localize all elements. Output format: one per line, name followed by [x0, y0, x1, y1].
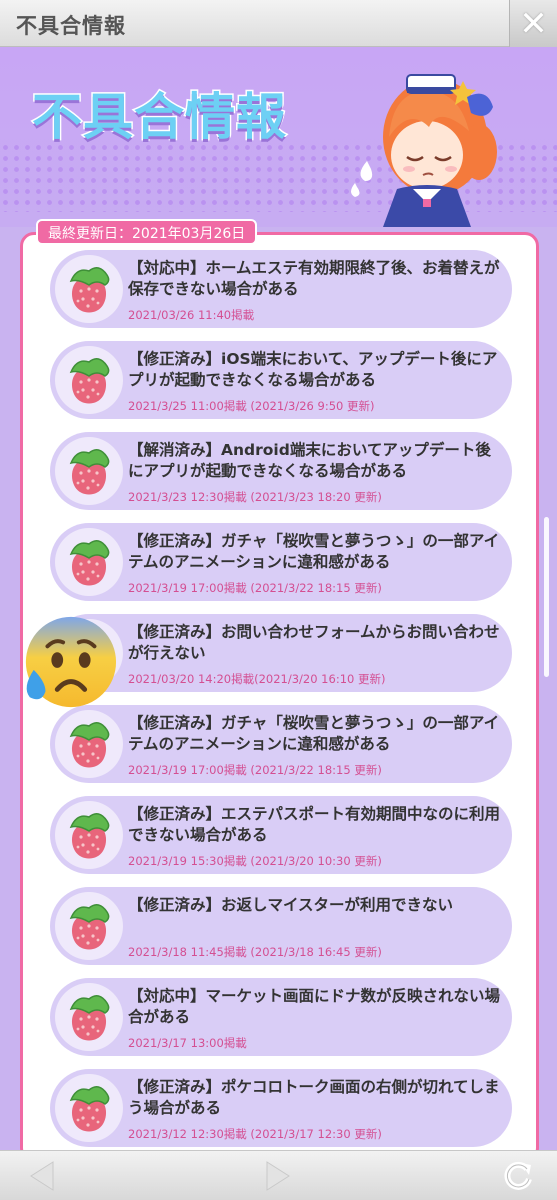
close-button[interactable]: ✕ [509, 0, 557, 47]
item-title: 【対応中】ホームエステ有効期限終了後、お着替えが保存できない場合がある [128, 259, 500, 298]
bug-list-item[interactable]: 【解消済み】Android端末においてアップデート後にアプリが起動できなくなる場… [50, 432, 512, 510]
close-icon: ✕ [519, 3, 548, 44]
item-icon-badge [55, 983, 123, 1051]
last-updated-badge: 最終更新日：2021年03月26日 [36, 219, 258, 245]
item-title: 【修正済み】ガチャ「桜吹雪と夢うつゝ」の一部アイテムのアニメーションに違和感があ… [128, 714, 500, 753]
item-title: 【修正済み】お問い合わせフォームからお問い合わせが行えない [128, 623, 500, 662]
back-button[interactable] [22, 1159, 62, 1193]
item-title: 【修正済み】ガチャ「桜吹雪と夢うつゝ」の一部アイテムのアニメーションに違和感があ… [128, 532, 500, 571]
item-icon-badge [55, 255, 123, 323]
forward-button[interactable] [258, 1159, 298, 1193]
strawberry-icon [69, 995, 110, 1041]
item-icon-badge [55, 892, 123, 960]
item-date: 2021/3/12 12:30掲載 (2021/3/17 12:30 更新) [128, 1127, 382, 1141]
item-icon-badge [55, 710, 123, 778]
item-date: 2021/3/18 11:45掲載 (2021/3/18 16:45 更新) [128, 945, 382, 959]
item-date: 2021/3/17 13:00掲載 [128, 1036, 247, 1050]
item-title: 【修正済み】iOS端末において、アップデート後にアプリが起動できなくなる場合があ… [128, 350, 498, 389]
bug-list-item[interactable]: 【修正済み】ポケコロトーク画面の右側が切れてしまう場合がある 2021/3/12… [50, 1069, 512, 1147]
item-icon-badge [55, 528, 123, 596]
reload-icon [504, 1161, 532, 1190]
strawberry-icon [69, 904, 110, 950]
item-title: 【解消済み】Android端末においてアップデート後にアプリが起動できなくなる場… [128, 441, 491, 480]
bug-list-item[interactable]: 【修正済み】ガチャ「桜吹雪と夢うつゝ」の一部アイテムのアニメーションに違和感があ… [50, 523, 512, 601]
item-date: 2021/3/19 15:30掲載 (2021/3/20 10:30 更新) [128, 854, 382, 868]
bug-list-item[interactable]: 【修正済み】お返しマイスターが利用できない 2021/3/18 11:45掲載 … [50, 887, 512, 965]
item-icon-badge [55, 346, 123, 414]
header-banner: 不具合情報 [0, 47, 557, 227]
item-title: 【修正済み】ポケコロトーク画面の右側が切れてしまう場合がある [128, 1078, 500, 1117]
item-icon-badge [55, 1074, 123, 1142]
strawberry-icon [69, 358, 110, 404]
bug-list: 【対応中】ホームエステ有効期限終了後、お着替えが保存できない場合がある 2021… [50, 250, 512, 1159]
item-icon-badge [55, 437, 123, 505]
bug-list-item[interactable]: 【修正済み】エステパスポート有効期間中なのに利用できない場合がある 2021/3… [50, 796, 512, 874]
anxious-face-emoji-icon [25, 616, 117, 708]
item-date: 2021/3/19 17:00掲載 (2021/3/22 18:15 更新) [128, 763, 382, 777]
strawberry-icon [69, 722, 110, 768]
window-titlebar: 不具合情報 ✕ [0, 0, 557, 47]
strawberry-icon [69, 267, 110, 313]
item-title: 【修正済み】エステパスポート有効期間中なのに利用できない場合がある [128, 805, 501, 844]
back-arrow-icon [30, 1161, 54, 1191]
bug-list-item[interactable]: 【対応中】マーケット画面にドナ数が反映されない場合がある 2021/3/17 1… [50, 978, 512, 1056]
reload-button[interactable] [498, 1159, 538, 1193]
item-date: 2021/3/19 17:00掲載 (2021/3/22 18:15 更新) [128, 581, 382, 595]
bug-list-item[interactable]: 【対応中】ホームエステ有効期限終了後、お着替えが保存できない場合がある 2021… [50, 250, 512, 328]
item-date: 2021/3/25 11:00掲載 (2021/3/26 9:50 更新) [128, 399, 375, 413]
item-date: 2021/03/26 11:40掲載 [128, 308, 255, 322]
strawberry-icon [69, 449, 110, 495]
bottom-toolbar [0, 1150, 557, 1200]
strawberry-icon [69, 813, 110, 859]
bug-list-item[interactable]: 【修正済み】ガチャ「桜吹雪と夢うつゝ」の一部アイテムのアニメーションに違和感があ… [50, 705, 512, 783]
strawberry-icon [69, 540, 110, 586]
scrollbar-thumb[interactable] [544, 517, 549, 677]
character-illustration-icon [351, 74, 497, 227]
page-title: 不具合情報 [31, 87, 288, 148]
strawberry-icon [69, 1086, 110, 1132]
item-date: 2021/03/20 14:20掲載(2021/3/20 16:10 更新) [128, 672, 386, 686]
item-date: 2021/3/23 12:30掲載 (2021/3/23 18:20 更新) [128, 490, 382, 504]
item-title: 【対応中】マーケット画面にドナ数が反映されない場合がある [128, 987, 501, 1026]
forward-arrow-icon [266, 1161, 290, 1191]
item-icon-badge [55, 801, 123, 869]
bug-list-item[interactable]: 【修正済み】お問い合わせフォームからお問い合わせが行えない 2021/03/20… [50, 614, 512, 692]
item-title: 【修正済み】お返しマイスターが利用できない [128, 896, 454, 914]
bug-list-item[interactable]: 【修正済み】iOS端末において、アップデート後にアプリが起動できなくなる場合があ… [50, 341, 512, 419]
window-title: 不具合情報 [16, 14, 126, 38]
